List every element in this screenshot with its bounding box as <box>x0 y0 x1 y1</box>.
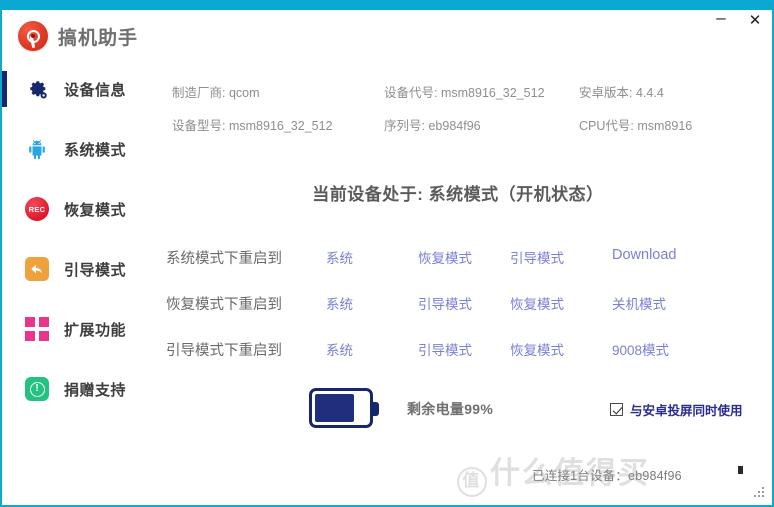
android-icon <box>24 136 50 162</box>
link-reboot-recovery[interactable]: 恢复模式 <box>418 247 510 267</box>
action-row-label: 引导模式下重启到 <box>166 342 282 359</box>
link-bootloader-to-9008[interactable]: 9008模式 <box>612 339 722 359</box>
link-reboot-system[interactable]: 系统 <box>326 247 418 267</box>
device-info-row: 制造厂商: qcom 设备代号: msm8916_32_512 安卓版本: 4.… <box>172 82 752 101</box>
back-arrow-icon <box>24 256 50 282</box>
info-cpu-codename: CPU代号: msm8916 <box>579 115 749 134</box>
info-device-codename: 设备代号: msm8916_32_512 <box>384 82 579 101</box>
watermark-mark: 值 <box>457 467 487 497</box>
minimize-button[interactable]: – <box>712 8 730 32</box>
main-content: 制造厂商: qcom 设备代号: msm8916_32_512 安卓版本: 4.… <box>142 62 772 505</box>
info-value: eb984f96 <box>428 119 481 133</box>
rec-badge-label: REC <box>25 197 49 221</box>
watermark-text: 什么值得买 <box>490 457 650 490</box>
sidebar-item-device-info[interactable]: 设备信息 <box>2 66 142 112</box>
title-bar <box>2 0 772 10</box>
battery-icon <box>309 388 379 428</box>
rec-icon: REC <box>24 196 50 222</box>
sidebar-item-label: 恢复模式 <box>64 201 127 219</box>
action-rows: 系统模式下重启到 系统 恢复模式 引导模式 Download 恢复模式下重启到 … <box>166 234 766 372</box>
sidebar-item-bootloader-mode[interactable]: 引导模式 <box>2 246 142 292</box>
sidebar-item-label: 扩展功能 <box>64 321 127 339</box>
app-window: – ✕ 搞机助手 设备信息 系统模式 REC 恢复模式 引导模式 扩展功能 ! … <box>0 0 774 507</box>
window-controls: – ✕ <box>712 8 764 32</box>
info-value: qcom <box>228 86 260 100</box>
sidebar-item-label: 引导模式 <box>64 261 127 279</box>
sidebar: 设备信息 系统模式 REC 恢复模式 引导模式 扩展功能 ! 捐赠支持 <box>2 62 142 505</box>
app-header: 搞机助手 <box>2 10 772 62</box>
info-key: 设备型号: <box>172 119 226 133</box>
resize-grip-icon[interactable] <box>753 487 765 499</box>
action-row-recovery: 恢复模式下重启到 系统 引导模式 恢复模式 关机模式 <box>166 280 766 326</box>
info-value: msm8916 <box>637 119 693 133</box>
active-indicator <box>2 371 7 407</box>
action-links: 系统 恢复模式 引导模式 Download <box>326 247 766 267</box>
link-bootloader-to-bootloader[interactable]: 引导模式 <box>418 339 510 359</box>
link-reboot-bootloader[interactable]: 引导模式 <box>510 247 612 267</box>
sidebar-item-extensions[interactable]: 扩展功能 <box>2 306 142 352</box>
info-value: 4.4.4 <box>635 86 664 100</box>
info-android-version: 安卓版本: 4.4.4 <box>579 82 749 101</box>
info-key: 安卓版本: <box>579 86 633 100</box>
active-indicator <box>2 191 7 227</box>
info-serial-number: 序列号: eb984f96 <box>384 115 579 134</box>
screen-mirror-checkbox[interactable]: 与安卓投屏同时使用 <box>610 400 743 419</box>
sidebar-item-donate[interactable]: ! 捐赠支持 <box>2 366 142 412</box>
info-key: CPU代号: <box>579 119 634 133</box>
sidebar-item-system-mode[interactable]: 系统模式 <box>2 126 142 172</box>
info-device-model: 设备型号: msm8916_32_512 <box>172 115 384 134</box>
link-bootloader-to-recovery[interactable]: 恢复模式 <box>510 339 612 359</box>
link-recovery-to-bootloader[interactable]: 引导模式 <box>418 293 510 313</box>
watermark: 值什么值得买 <box>457 448 650 497</box>
close-button[interactable]: ✕ <box>746 11 764 29</box>
info-value: msm8916_32_512 <box>440 86 545 100</box>
info-value: msm8916_32_512 <box>228 119 333 133</box>
action-row-bootloader: 引导模式下重启到 系统 引导模式 恢复模式 9008模式 <box>166 326 766 372</box>
sidebar-item-label: 捐赠支持 <box>64 381 127 399</box>
action-row-label: 恢复模式下重启到 <box>166 296 282 313</box>
active-indicator <box>2 311 7 347</box>
link-recovery-to-recovery[interactable]: 恢复模式 <box>510 293 612 313</box>
action-links: 系统 引导模式 恢复模式 关机模式 <box>326 293 766 313</box>
action-row-system: 系统模式下重启到 系统 恢复模式 引导模式 Download <box>166 234 766 280</box>
exclamation-circle-icon: ! <box>24 376 50 402</box>
action-row-label: 系统模式下重启到 <box>166 250 282 267</box>
battery-row: 剩余电量99% 与安卓投屏同时使用 <box>142 382 772 438</box>
sidebar-item-label: 设备信息 <box>64 81 127 99</box>
active-indicator <box>2 131 7 167</box>
target-logo-icon <box>18 21 48 51</box>
active-indicator <box>2 71 7 107</box>
gear-icon <box>24 76 50 102</box>
checkbox-box[interactable] <box>610 403 623 416</box>
link-bootloader-to-system[interactable]: 系统 <box>326 339 418 359</box>
battery-fill <box>315 394 355 422</box>
battery-level-label: 剩余电量99% <box>407 401 494 417</box>
text-cursor <box>738 466 743 474</box>
info-key: 设备代号: <box>384 86 438 100</box>
info-key: 制造厂商: <box>172 86 226 100</box>
link-reboot-download[interactable]: Download <box>612 247 722 267</box>
device-info-row: 设备型号: msm8916_32_512 序列号: eb984f96 CPU代号… <box>172 115 752 134</box>
action-links: 系统 引导模式 恢复模式 9008模式 <box>326 339 766 359</box>
sidebar-item-label: 系统模式 <box>64 141 127 159</box>
donate-badge-label: ! <box>29 381 45 397</box>
grid-icon <box>24 316 50 342</box>
link-recovery-to-shutdown[interactable]: 关机模式 <box>612 293 722 313</box>
info-manufacturer: 制造厂商: qcom <box>172 82 384 101</box>
info-key: 序列号: <box>384 119 425 133</box>
link-recovery-to-system[interactable]: 系统 <box>326 293 418 313</box>
sidebar-item-recovery-mode[interactable]: REC 恢复模式 <box>2 186 142 232</box>
device-info-grid: 制造厂商: qcom 设备代号: msm8916_32_512 安卓版本: 4.… <box>172 82 752 148</box>
app-title: 搞机助手 <box>58 27 139 49</box>
device-status-text: 当前设备处于: 系统模式（开机状态） <box>312 185 604 204</box>
checkbox-label: 与安卓投屏同时使用 <box>630 404 743 418</box>
active-indicator <box>2 251 7 287</box>
